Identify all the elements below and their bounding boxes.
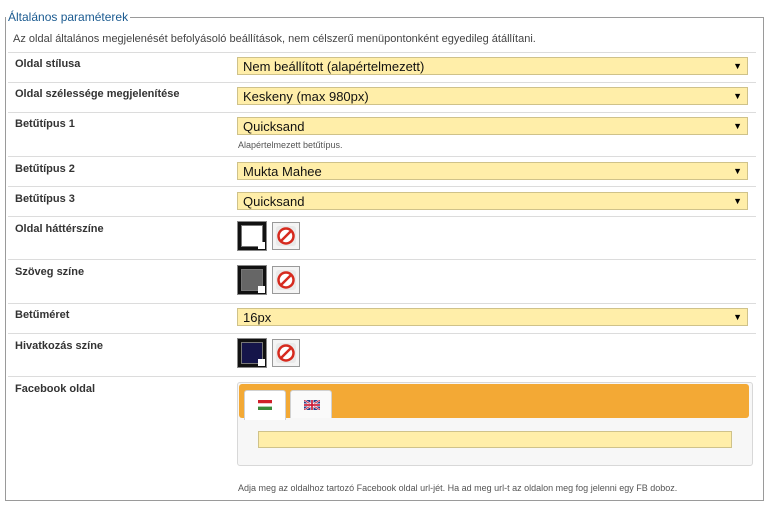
dropdown-arrow-icon: ▼ — [733, 312, 742, 322]
link-color-picker[interactable] — [237, 338, 267, 368]
font-size-select[interactable]: 16px ▼ — [237, 308, 748, 326]
facebook-hint: Adja meg az oldalhoz tartozó Facebook ol… — [238, 483, 678, 493]
facebook-label: Facebook oldal — [15, 383, 96, 395]
font3-select[interactable]: Quicksand ▼ — [237, 192, 748, 210]
tab-hungarian[interactable] — [244, 390, 286, 420]
font2-value: Mukta Mahee — [243, 164, 322, 179]
dropdown-arrow-icon: ▼ — [733, 91, 742, 101]
font3-label: Betűtípus 3 — [15, 193, 75, 205]
clear-color-icon — [276, 270, 296, 290]
text-color-label: Szöveg színe — [15, 266, 85, 278]
dropdown-arrow-icon: ▼ — [733, 61, 742, 71]
text-color-picker[interactable] — [237, 265, 267, 295]
font1-value: Quicksand — [243, 119, 305, 134]
tab-english[interactable] — [290, 390, 332, 418]
clear-color-icon — [276, 226, 296, 246]
link-color-label: Hivatkozás színe — [15, 340, 104, 352]
font-size-label: Betűméret — [15, 309, 70, 321]
font-size-value: 16px — [243, 310, 272, 325]
bg-color-picker[interactable] — [237, 221, 267, 251]
page-width-select[interactable]: Keskeny (max 980px) ▼ — [237, 87, 748, 105]
bg-color-clear-button[interactable] — [272, 222, 300, 250]
page-width-label: Oldal szélessége megjelenítése — [15, 88, 180, 100]
uk-flag-icon — [304, 400, 320, 410]
bg-color-label: Oldal háttérszíne — [15, 223, 104, 235]
fieldset-legend: Általános paraméterek — [6, 10, 131, 24]
text-color-clear-button[interactable] — [272, 266, 300, 294]
font2-select[interactable]: Mukta Mahee ▼ — [237, 162, 748, 180]
font1-label: Betűtípus 1 — [15, 118, 75, 130]
dropdown-arrow-icon: ▼ — [733, 121, 742, 131]
picker-corner-icon — [258, 286, 265, 293]
picker-corner-icon — [258, 359, 265, 366]
hungarian-flag-icon — [258, 400, 272, 410]
picker-corner-icon — [258, 242, 265, 249]
row-bg-color: Oldal háttérszíne — [8, 216, 756, 260]
row-link-color: Hivatkozás színe — [8, 333, 756, 377]
facebook-language-panel — [237, 382, 753, 466]
clear-color-icon — [276, 343, 296, 363]
fieldset-description: Az oldal általános megjelenését befolyás… — [13, 33, 536, 45]
font2-label: Betűtípus 2 — [15, 163, 75, 175]
row-text-color: Szöveg színe — [8, 259, 756, 304]
facebook-url-input[interactable] — [258, 431, 732, 448]
page-style-label: Oldal stílusa — [15, 58, 81, 70]
link-color-clear-button[interactable] — [272, 339, 300, 367]
font1-select[interactable]: Quicksand ▼ — [237, 117, 748, 135]
dropdown-arrow-icon: ▼ — [733, 166, 742, 176]
font3-value: Quicksand — [243, 194, 305, 209]
dropdown-arrow-icon: ▼ — [733, 196, 742, 206]
language-tab-bar — [239, 384, 749, 420]
font1-hint: Alapértelmezett betűtípus. — [238, 140, 343, 150]
page-width-value: Keskeny (max 980px) — [243, 89, 369, 104]
page-style-value: Nem beállított (alapértelmezett) — [243, 59, 425, 74]
page-style-select[interactable]: Nem beállított (alapértelmezett) ▼ — [237, 57, 748, 75]
